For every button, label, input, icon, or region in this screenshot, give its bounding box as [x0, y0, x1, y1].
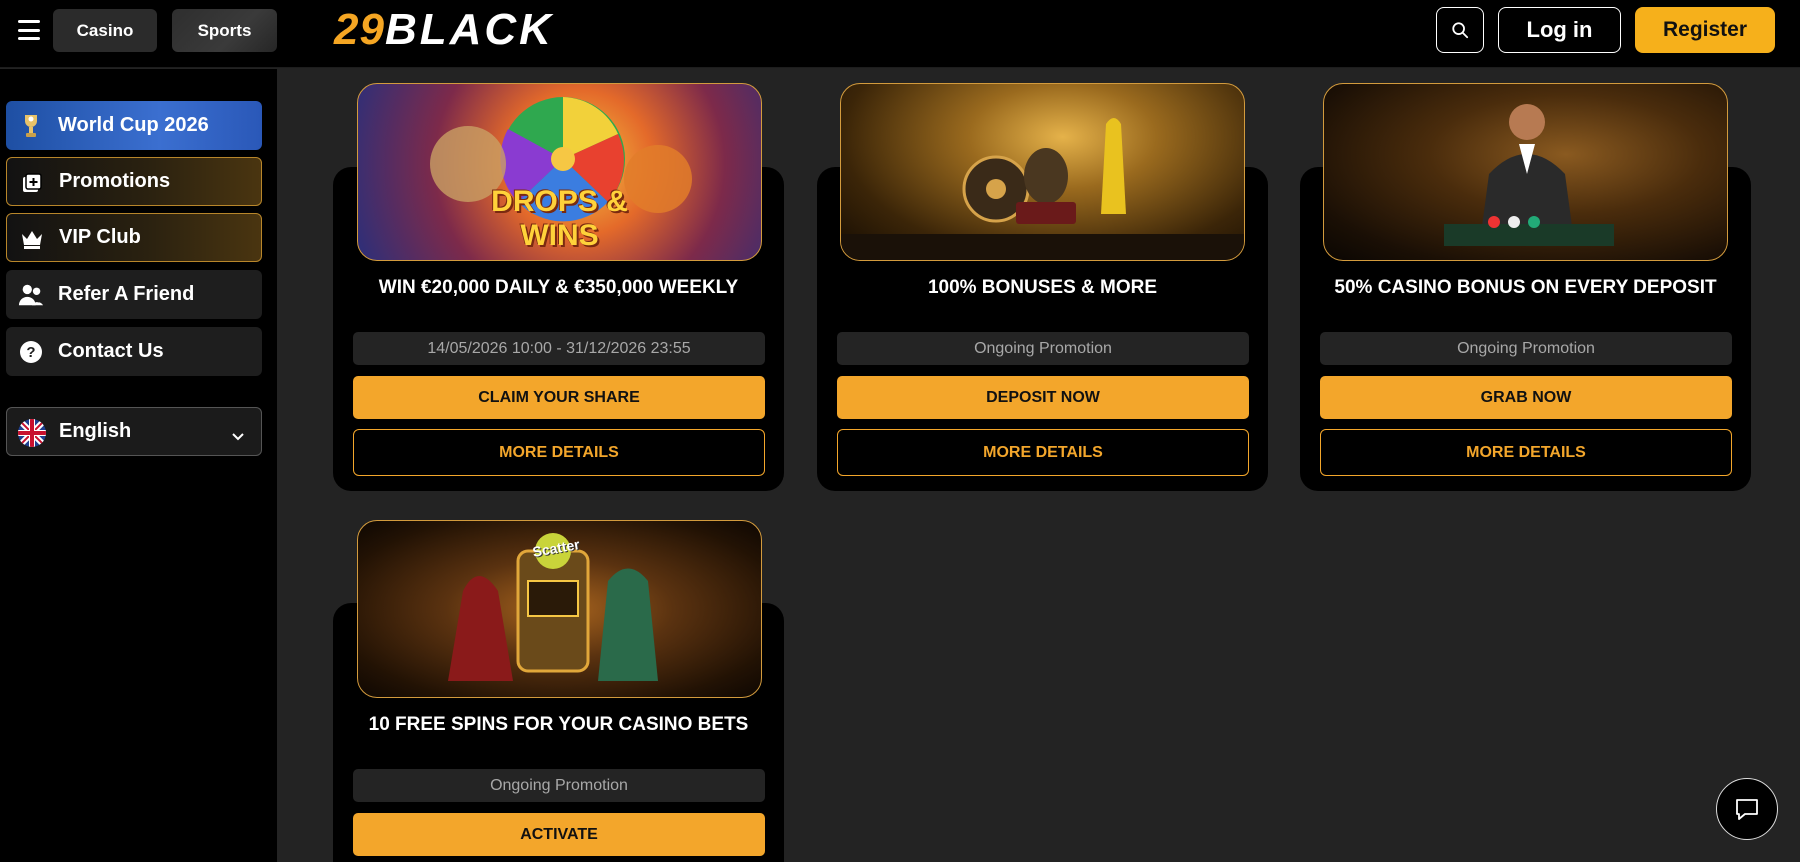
sidebar: World Cup 2026 Promotions VIP Club Refer…	[0, 69, 277, 862]
promo-image	[1323, 83, 1728, 261]
more-details-button[interactable]: MORE DETAILS	[837, 429, 1249, 476]
uk-flag-icon	[18, 419, 46, 447]
svg-text:?: ?	[26, 344, 35, 361]
promo-image	[840, 83, 1245, 261]
sidebar-item-label: Contact Us	[58, 340, 164, 362]
claim-your-share-button[interactable]: CLAIM YOUR SHARE	[353, 376, 765, 419]
add-user-icon	[18, 282, 44, 308]
more-details-button[interactable]: MORE DETAILS	[1320, 429, 1732, 476]
tab-casino[interactable]: Casino	[53, 9, 157, 52]
more-details-button[interactable]: MORE DETAILS	[353, 429, 765, 476]
search-button[interactable]	[1436, 7, 1484, 53]
search-icon	[1452, 22, 1469, 39]
crown-icon	[19, 226, 45, 252]
chevron-down-icon	[231, 425, 245, 448]
deposit-now-button[interactable]: DEPOSIT NOW	[837, 376, 1249, 419]
sidebar-item-contact-us[interactable]: ? Contact Us	[6, 327, 262, 376]
promo-period: Ongoing Promotion	[837, 332, 1249, 365]
language-select[interactable]: English	[6, 407, 262, 456]
sidebar-item-refer-a-friend[interactable]: Refer A Friend	[6, 270, 262, 319]
sidebar-item-vip-club[interactable]: VIP Club	[6, 213, 262, 262]
promo-title: 100% BONUSES & MORE	[927, 277, 1158, 298]
login-button[interactable]: Log in	[1498, 7, 1621, 53]
sidebar-item-promotions[interactable]: Promotions	[6, 157, 262, 206]
chat-icon	[1736, 799, 1758, 820]
chat-button[interactable]	[1716, 778, 1778, 840]
logo-number: 29	[334, 5, 385, 54]
help-icon: ?	[18, 339, 44, 365]
sidebar-item-label: Promotions	[59, 170, 171, 192]
promo-title: 10 FREE SPINS FOR YOUR CASINO BETS	[368, 714, 749, 735]
register-button[interactable]: Register	[1635, 7, 1775, 53]
gift-icon	[19, 170, 45, 196]
activate-button[interactable]: ACTIVATE	[353, 813, 765, 856]
sidebar-item-label: World Cup 2026	[58, 114, 209, 136]
language-label: English	[59, 420, 132, 442]
promo-image-text: DROPS & WINS	[491, 185, 628, 252]
promo-title: WIN €20,000 DAILY & €350,000 WEEKLY	[378, 277, 739, 298]
site-logo[interactable]: 29 BLACK	[334, 5, 554, 54]
sidebar-item-world-cup[interactable]: World Cup 2026	[6, 101, 262, 150]
logo-word: BLACK	[384, 5, 554, 54]
grab-now-button[interactable]: GRAB NOW	[1320, 376, 1732, 419]
trophy-icon	[18, 113, 44, 139]
promo-period: Ongoing Promotion	[353, 769, 765, 802]
sidebar-item-label: VIP Club	[59, 226, 141, 248]
promo-period: 14/05/2026 10:00 - 31/12/2026 23:55	[353, 332, 765, 365]
tab-sports[interactable]: Sports	[172, 9, 277, 52]
top-header: Casino Sports 29 BLACK Log in Register	[0, 0, 1800, 68]
promo-title: 50% CASINO BONUS ON EVERY DEPOSIT	[1334, 277, 1717, 298]
menu-icon[interactable]	[18, 20, 40, 40]
sidebar-item-label: Refer A Friend	[58, 283, 195, 305]
promo-period: Ongoing Promotion	[1320, 332, 1732, 365]
